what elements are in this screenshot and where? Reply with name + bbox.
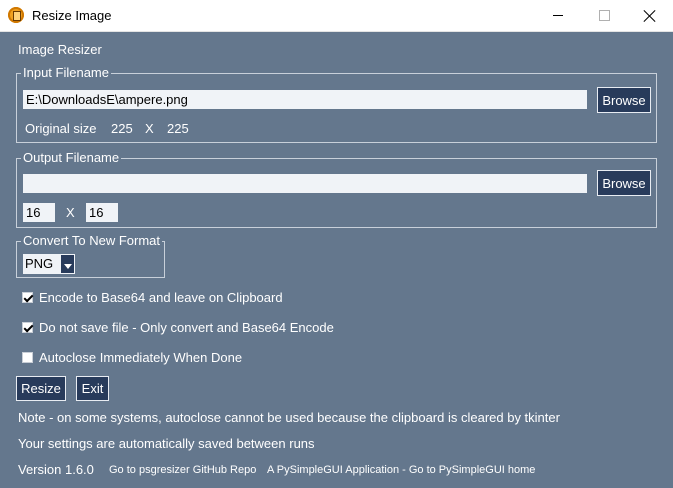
new-width-field[interactable]	[23, 203, 55, 222]
autoclose-checkbox[interactable]	[22, 352, 33, 363]
app-icon	[8, 7, 24, 23]
input-filename-field[interactable]	[23, 90, 587, 109]
chevron-down-icon[interactable]	[61, 255, 74, 273]
minimize-icon	[553, 15, 563, 16]
exit-button[interactable]: Exit	[76, 376, 109, 401]
base64-clipboard-label[interactable]: Encode to Base64 and leave on Clipboard	[39, 290, 283, 305]
pysimplegui-home-link[interactable]: A PySimpleGUI Application - Go to PySimp…	[267, 464, 535, 476]
format-selected: PNG	[25, 256, 54, 271]
minimize-button[interactable]	[535, 0, 581, 31]
no-save-label[interactable]: Do not save file - Only convert and Base…	[39, 320, 334, 335]
input-frame-title: Input Filename	[21, 65, 111, 81]
original-height-value: 225	[167, 121, 189, 136]
close-icon	[644, 10, 656, 22]
settings-note: Your settings are automatically saved be…	[18, 436, 315, 451]
github-repo-link[interactable]: Go to psgresizer GitHub Repo	[109, 464, 256, 476]
resize-button[interactable]: Resize	[16, 376, 66, 401]
title-bar[interactable]: Resize Image	[0, 0, 673, 32]
no-save-checkbox[interactable]	[22, 322, 33, 333]
format-dropdown[interactable]: PNG	[23, 254, 75, 274]
format-frame-title: Convert To New Format	[21, 233, 163, 249]
original-width-value: 225	[111, 121, 133, 136]
autoclose-label[interactable]: Autoclose Immediately When Done	[39, 350, 242, 365]
original-size-x: X	[145, 121, 154, 136]
close-button[interactable]	[627, 0, 673, 31]
original-size-label: Original size	[25, 121, 97, 136]
new-size-x: X	[66, 205, 75, 220]
resize-image-window: Resize Image Image Resizer Input Filenam…	[0, 0, 673, 488]
base64-clipboard-checkbox[interactable]	[22, 292, 33, 303]
output-browse-button[interactable]: Browse	[597, 170, 651, 196]
window-title: Resize Image	[32, 8, 112, 23]
autoclose-note: Note - on some systems, autoclose cannot…	[18, 410, 560, 425]
maximize-button[interactable]	[581, 0, 627, 31]
maximize-icon	[598, 10, 610, 21]
version-label: Version 1.6.0	[18, 462, 94, 477]
new-height-field[interactable]	[86, 203, 118, 222]
input-browse-button[interactable]: Browse	[597, 87, 651, 113]
output-filename-field[interactable]	[23, 174, 587, 193]
heading: Image Resizer	[18, 42, 102, 57]
output-frame-title: Output Filename	[21, 150, 122, 166]
